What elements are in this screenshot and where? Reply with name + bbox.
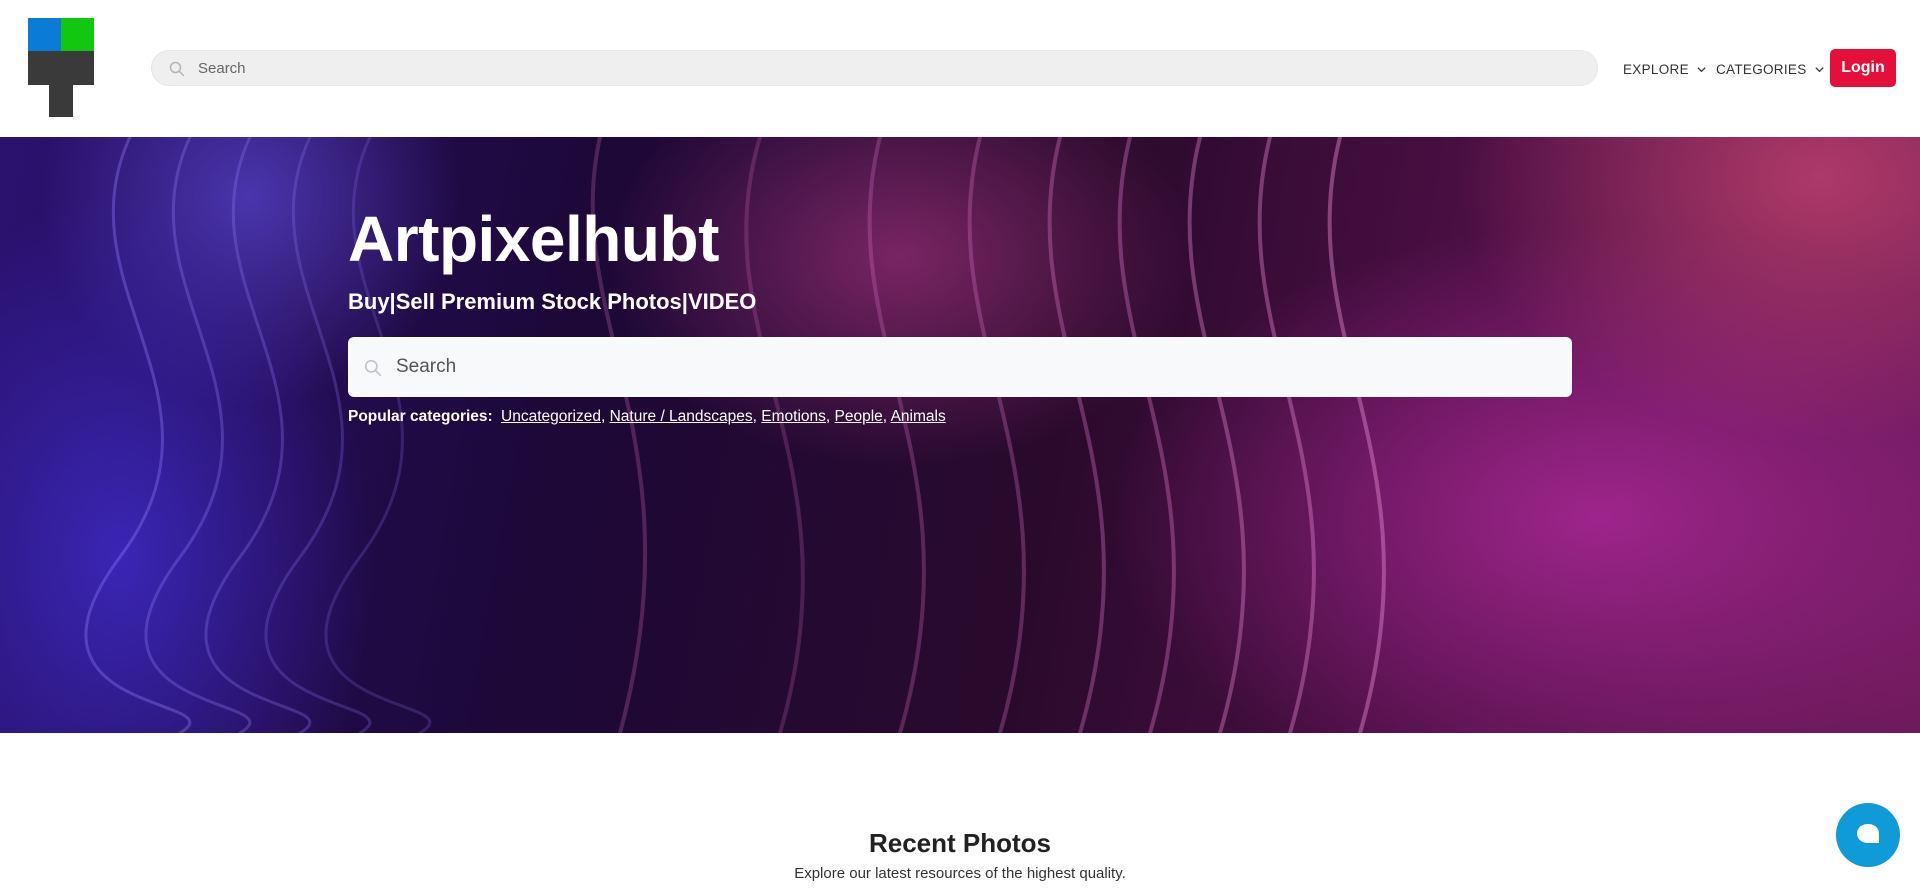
- popular-categories-label: Popular categories:: [348, 408, 493, 425]
- logo-bar: [28, 51, 94, 85]
- header-search-box: [151, 50, 1598, 86]
- hero-search-box: [348, 337, 1572, 397]
- category-link-people[interactable]: People: [835, 408, 883, 425]
- hero-background-waves: [84, 137, 1386, 733]
- site-logo[interactable]: [28, 18, 94, 117]
- nav-categories-label: CATEGORIES: [1716, 61, 1807, 77]
- header-search-input[interactable]: [198, 51, 1578, 85]
- category-link-uncategorized[interactable]: Uncategorized: [501, 408, 601, 425]
- logo-stem: [49, 85, 73, 117]
- chat-button[interactable]: [1836, 803, 1900, 867]
- login-button[interactable]: Login: [1830, 49, 1896, 87]
- hero-search-input[interactable]: [396, 337, 1556, 397]
- hero-subtitle: Buy|Sell Premium Stock Photos|VIDEO: [348, 289, 757, 314]
- site-header: EXPLORE CATEGORIES Login: [0, 0, 1920, 137]
- nav-categories[interactable]: CATEGORIES: [1716, 59, 1825, 79]
- chevron-down-icon: [1814, 66, 1824, 72]
- hero-banner: Artpixelhubt Buy|Sell Premium Stock Phot…: [0, 137, 1920, 733]
- popular-categories: Popular categories: Uncategorized, Natur…: [348, 408, 946, 425]
- category-link-emotions[interactable]: Emotions: [761, 408, 826, 425]
- hero-title: Artpixelhubt: [348, 203, 719, 275]
- nav-explore-label: EXPLORE: [1623, 61, 1689, 77]
- nav-explore[interactable]: EXPLORE: [1623, 59, 1707, 79]
- search-icon: [169, 61, 185, 77]
- category-link-animals[interactable]: Animals: [891, 408, 946, 425]
- category-link-nature-landscapes[interactable]: Nature / Landscapes: [610, 408, 753, 425]
- recent-photos-title: Recent Photos: [868, 828, 1052, 858]
- logo-green-square: [61, 18, 94, 51]
- chat-bubble-icon: [1857, 824, 1879, 843]
- logo-blue-square: [28, 18, 61, 51]
- recent-photos-subtitle: Explore our latest resources of the high…: [794, 865, 1126, 882]
- search-icon: [364, 359, 382, 377]
- chevron-down-icon: [1697, 66, 1706, 72]
